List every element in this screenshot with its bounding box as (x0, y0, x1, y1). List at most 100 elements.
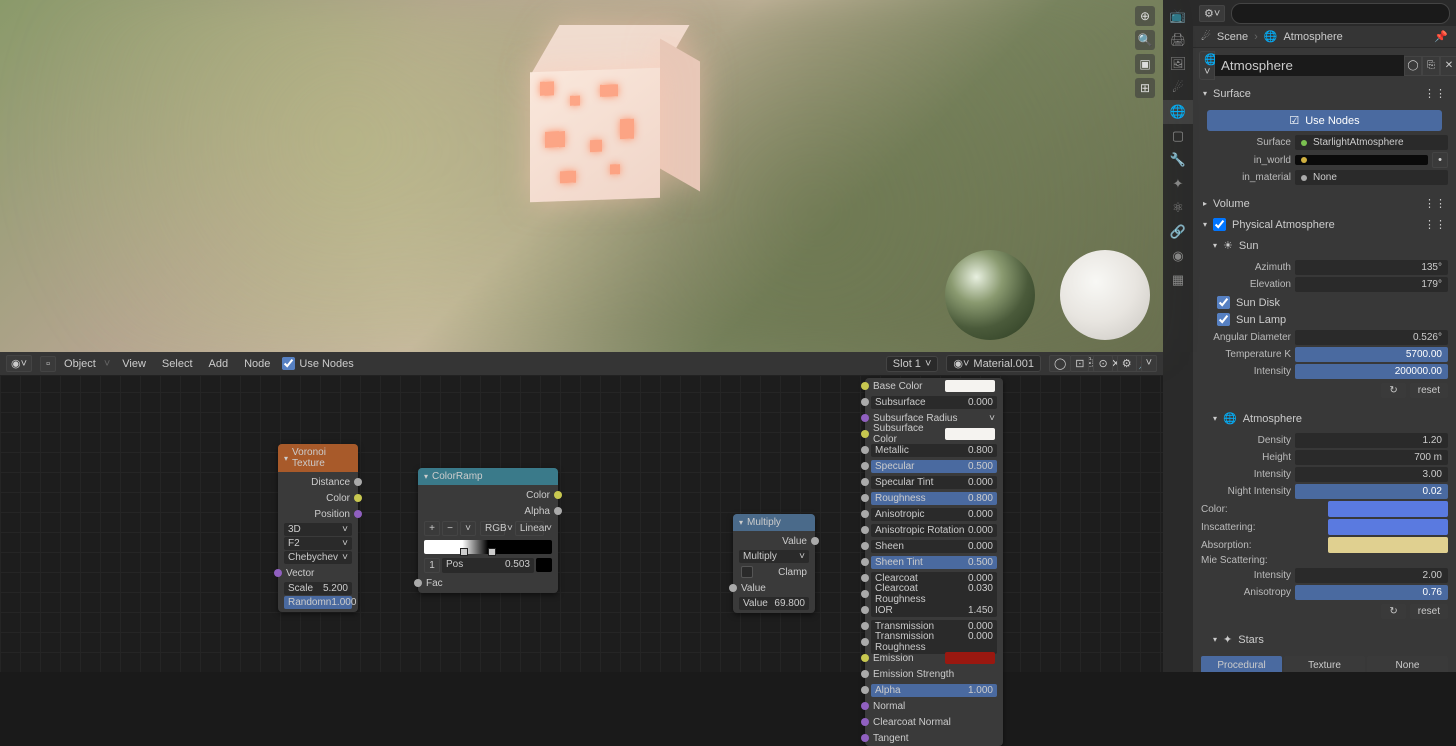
reset-button[interactable]: reset (1410, 383, 1448, 398)
filter-icon[interactable]: ⚙˅ (1199, 5, 1225, 22)
bsdf-input-row[interactable]: Emission Strength (865, 666, 1003, 682)
pos-field[interactable]: Pos0.503 (442, 558, 534, 573)
pin-icon[interactable]: 📌 (1434, 30, 1448, 43)
colorramp-gradient[interactable] (424, 540, 552, 554)
node-colorramp[interactable]: ▾ColorRamp Color Alpha + − ˅ RGB ˅ Linea… (418, 468, 558, 593)
height-field[interactable]: 700 m (1295, 450, 1448, 465)
mie-intensity-field[interactable]: 2.00 (1295, 568, 1448, 583)
tab-viewlayer[interactable]: 🖼 (1163, 52, 1193, 76)
physical-atmosphere-panel-head[interactable]: ▾Physical Atmosphere⋮⋮ (1195, 214, 1454, 235)
node-voronoi[interactable]: ▾Voronoi Texture Distance Color Position… (278, 444, 358, 612)
atmosphere-subpanel-head[interactable]: ▾🌐Atmosphere (1195, 408, 1454, 429)
tab-render[interactable]: 📺 (1163, 4, 1193, 28)
browse-button[interactable]: ◯ (1049, 355, 1071, 372)
menu-add[interactable]: Add (205, 358, 233, 370)
volume-panel-head[interactable]: ▸Volume⋮⋮ (1195, 193, 1454, 214)
use-nodes-button[interactable]: ☑Use Nodes (1207, 110, 1442, 131)
object-mode-icon[interactable]: ▫ (40, 356, 56, 372)
absorption-swatch[interactable] (1328, 537, 1448, 553)
elevation-field[interactable]: 179° (1295, 277, 1448, 292)
search-input[interactable] (1231, 3, 1450, 24)
feature-dropdown[interactable]: F2˅ (284, 537, 352, 550)
node-editor[interactable]: ◉˅ ▫ Object ˅ View Select Add Node Use N… (0, 352, 1163, 672)
zoom-icon[interactable]: 🔍 (1135, 30, 1155, 50)
value-field[interactable]: Value69.800 (739, 597, 809, 610)
dim-dropdown[interactable]: 3D˅ (284, 523, 352, 536)
bsdf-input-row[interactable]: Anisotropic Rotation0.000 (865, 522, 1003, 538)
link-button[interactable]: ◯ (1404, 56, 1422, 76)
sun-subpanel-head[interactable]: ▾☀Sun (1195, 235, 1454, 256)
operation-dropdown[interactable]: Multiply˅ (739, 550, 809, 563)
tab-particle[interactable]: ✦ (1163, 172, 1193, 196)
angular-diameter-field[interactable]: 0.526° (1295, 330, 1448, 345)
tool-icon[interactable]: ⚙ (1117, 355, 1137, 372)
node-multiply[interactable]: ▾Multiply Value Multiply˅ Clamp Value Va… (733, 514, 815, 613)
interp-rgb[interactable]: RGB (480, 521, 505, 536)
color-swatch[interactable] (1328, 501, 1448, 517)
bsdf-input-row[interactable]: Clearcoat Normal (865, 714, 1003, 730)
tab-scene[interactable]: ☄ (1163, 76, 1193, 100)
sun-lamp-checkbox[interactable] (1217, 313, 1230, 326)
node-header[interactable]: ▾Multiply (733, 514, 815, 531)
in-world-value[interactable] (1295, 155, 1428, 165)
bsdf-input-row[interactable]: Specular0.500 (865, 458, 1003, 474)
bsdf-input-row[interactable]: Sheen0.000 (865, 538, 1003, 554)
node-principled-bsdf[interactable]: Base ColorSubsurface0.000Subsurface Radi… (865, 378, 1003, 746)
bsdf-input-row[interactable]: Roughness0.800 (865, 490, 1003, 506)
tab-output[interactable]: 🖨 (1163, 28, 1193, 52)
unlink-button[interactable]: ✕ (1440, 56, 1456, 76)
azimuth-field[interactable]: 135° (1295, 260, 1448, 275)
stop-menu-button[interactable]: ˅ (460, 521, 476, 536)
menu-node[interactable]: Node (240, 358, 274, 370)
refresh-button-2[interactable]: ↻ (1381, 604, 1405, 619)
sun-intensity-field[interactable]: 200000.00 (1295, 364, 1448, 379)
node-header[interactable]: ▾Voronoi Texture (278, 444, 358, 472)
tab-world[interactable]: 🌐 (1163, 100, 1193, 124)
clamp-checkbox[interactable] (741, 566, 753, 578)
bsdf-input-row[interactable]: Base Color (865, 378, 1003, 394)
bsdf-input-row[interactable]: Clearcoat Roughness0.030 (865, 586, 1003, 602)
gizmo-icon[interactable]: ⊕ (1135, 6, 1155, 26)
camera-icon[interactable]: ▣ (1135, 54, 1155, 74)
procedural-button[interactable]: Procedural (1201, 656, 1282, 672)
scale-field[interactable]: Scale5.200 (284, 582, 352, 595)
atmo-intensity-field[interactable]: 3.00 (1295, 467, 1448, 482)
refresh-button[interactable]: ↻ (1381, 383, 1405, 398)
bsdf-input-row[interactable]: Tangent (865, 730, 1003, 746)
anisotropy-field[interactable]: 0.76 (1295, 585, 1448, 600)
density-field[interactable]: 1.20 (1295, 433, 1448, 448)
bsdf-input-row[interactable]: Alpha1.000 (865, 682, 1003, 698)
remove-stop-button[interactable]: − (442, 521, 458, 536)
bsdf-input-row[interactable]: Metallic0.800 (865, 442, 1003, 458)
randomness-field[interactable]: Randomn1.000 (284, 596, 352, 609)
bsdf-input-row[interactable]: Emission (865, 650, 1003, 666)
bsdf-input-row[interactable]: Normal (865, 698, 1003, 714)
bsdf-input-row[interactable]: Sheen Tint0.500 (865, 554, 1003, 570)
bsdf-input-row[interactable]: IOR1.450 (865, 602, 1003, 618)
tab-physics[interactable]: ⚛ (1163, 196, 1193, 220)
tab-object[interactable]: ▢ (1163, 124, 1193, 148)
stars-subpanel-head[interactable]: ▾✦Stars (1195, 629, 1454, 650)
tab-material[interactable]: ◉ (1163, 244, 1193, 268)
tab-constraint[interactable]: 🔗 (1163, 220, 1193, 244)
overlay-icon[interactable]: ⊡ (1070, 355, 1089, 372)
night-intensity-field[interactable]: 0.02 (1295, 484, 1448, 499)
stop-index[interactable]: 1 (424, 558, 440, 573)
use-nodes-checkbox[interactable] (282, 357, 295, 370)
world-browse-icon[interactable]: 🌐˅ (1199, 51, 1215, 80)
snap-icon[interactable]: ⊙ (1093, 355, 1112, 372)
bsdf-input-row[interactable]: Transmission Roughness0.000 (865, 634, 1003, 650)
stop-color[interactable] (536, 558, 552, 572)
texture-button[interactable]: Texture (1284, 656, 1365, 672)
temperature-field[interactable]: 5700.00 (1295, 347, 1448, 362)
tab-texture[interactable]: ▦ (1163, 268, 1193, 292)
metric-dropdown[interactable]: Chebychev˅ (284, 551, 352, 564)
menu-select[interactable]: Select (158, 358, 197, 370)
menu-view[interactable]: View (118, 358, 150, 370)
none-button[interactable]: None (1367, 656, 1448, 672)
surface-value[interactable]: StarlightAtmosphere (1295, 135, 1448, 150)
material-selector[interactable]: ◉˅ Material.001 (946, 355, 1041, 372)
world-name-input[interactable] (1215, 55, 1404, 76)
in-material-value[interactable]: None (1295, 170, 1448, 185)
slot-selector[interactable]: Slot 1 ˅ (886, 356, 939, 372)
